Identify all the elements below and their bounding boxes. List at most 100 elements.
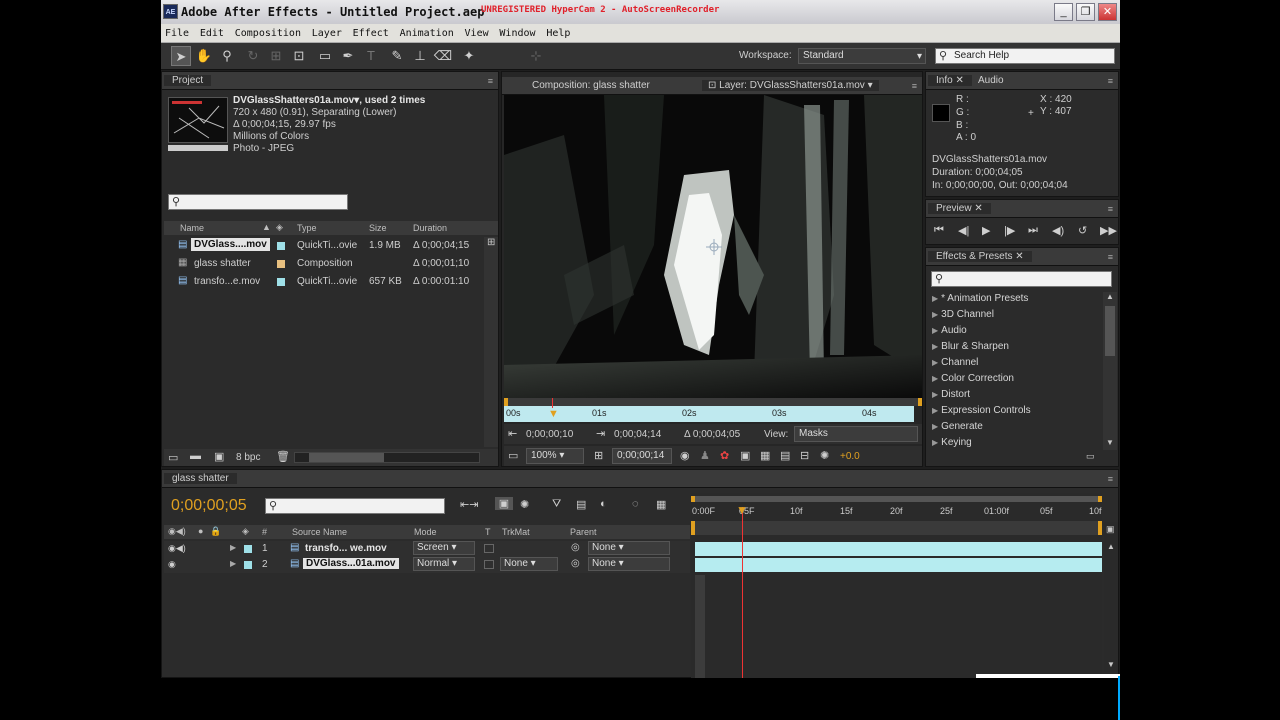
bit-depth-button[interactable]: 8 bpc [236,452,260,463]
menu-help[interactable]: Help [542,24,574,39]
menu-animation[interactable]: Animation [396,24,458,39]
time-navigator[interactable] [691,496,1102,502]
audio-icon[interactable]: ◀) [1052,224,1064,237]
title-safe-icon[interactable]: ⊞ [594,449,603,462]
track-matte-dropdown[interactable]: None ▾ [500,557,558,571]
channel-icon[interactable]: ✿ [720,449,729,462]
layer-name[interactable]: transfo... we.mov [305,543,387,554]
panel-menu-icon[interactable]: ≡ [1108,76,1113,86]
live-update-icon[interactable]: ▣ [495,497,513,510]
pickwhip-icon[interactable]: ◎ [571,558,580,569]
first-frame-icon[interactable]: ⏮ [934,224,944,237]
exposure-reset-icon[interactable]: ✺ [820,449,829,462]
workspace-dropdown[interactable]: Standard ▾ [798,48,926,64]
work-area-end-handle[interactable] [1098,521,1102,535]
3d-view-icon[interactable]: ⊟ [800,449,809,462]
horizontal-scrollbar[interactable] [294,452,480,463]
draft-3d-icon[interactable]: ✺ [520,498,529,511]
col-parent[interactable]: Parent [570,527,597,537]
col-source-name[interactable]: Source Name [292,527,347,537]
effect-category[interactable]: ▶ Distort [932,389,970,400]
tab-composition[interactable]: Composition: glass shatter [532,80,650,91]
graph-editor-icon[interactable]: ◌ [632,498,639,510]
layer-time-ruler[interactable]: 00s 01s 02s 03s 04s ▼ [504,398,914,422]
timeline-layer-row[interactable]: ◉ ▶ 2 ▤ DVGlass...01a.mov Normal ▾ None … [164,557,690,573]
comp-mini-flowchart-icon[interactable]: ⇤⇥ [460,498,478,511]
blend-mode-dropdown[interactable]: Screen ▾ [413,541,475,555]
expand-triangle-icon[interactable]: ▶ [230,543,236,552]
timeline-graph-area[interactable]: 0:00F 05F 10f 15f 20f 25f 01:00f 05f 10f… [691,493,1102,678]
search-help-field[interactable]: ⚲ Search Help [935,48,1115,64]
region-of-interest-icon[interactable]: ▣ [740,449,750,462]
col-size[interactable]: Size [369,223,387,233]
preserve-transparency-checkbox[interactable] [484,560,494,569]
timeline-layer-row[interactable]: ◉◀) ▶ 1 ▤ transfo... we.mov Screen ▾ ◎ N… [164,541,690,557]
effect-category[interactable]: ▶ Keying [932,437,972,448]
scroll-thumb[interactable] [1105,306,1115,356]
scroll-up-icon[interactable]: ▲ [1107,542,1115,551]
selection-tool-icon[interactable]: ➤ [171,46,191,66]
frame-blending-icon[interactable]: ▤ [576,498,586,511]
motion-blur-icon[interactable]: ◐ [600,498,607,510]
project-item-row[interactable]: ▤ DVGlass....mov QuickTi...ovie 1.9 MB Δ… [164,237,484,255]
col-duration[interactable]: Duration [413,223,447,233]
tab-info[interactable]: Info ✕ [928,75,972,86]
panel-menu-icon[interactable]: ≡ [488,76,493,86]
preserve-transparency-checkbox[interactable] [484,544,494,553]
expand-triangle-icon[interactable]: ▶ [230,559,236,568]
rotation-tool-icon[interactable]: ↻ [243,46,263,66]
rectangle-tool-icon[interactable]: ▭ [315,46,335,66]
scroll-up-icon[interactable]: ▲ [1106,292,1114,301]
timeline-current-time[interactable]: 0;00;00;05 [171,497,247,515]
interpret-footage-icon[interactable]: ▭ [168,451,178,464]
eraser-tool-icon[interactable]: ⌫ [433,46,453,66]
col-type[interactable]: Type [297,223,317,233]
project-search-input[interactable]: ⚲ [168,194,348,210]
menu-effect[interactable]: Effect [349,24,393,39]
next-frame-icon[interactable]: |▶ [1004,224,1015,237]
label-swatch[interactable] [244,561,252,569]
pan-behind-tool-icon[interactable]: ⊡ [289,46,309,66]
navigator-start-handle[interactable] [691,496,695,502]
maximize-button[interactable]: ❐ [1076,3,1095,21]
snapshot-icon[interactable]: ◉ [680,449,690,462]
menu-layer[interactable]: Layer [308,24,346,39]
play-icon[interactable]: ▶ [982,224,990,237]
parent-dropdown[interactable]: None ▾ [588,557,670,571]
close-button[interactable]: ✕ [1098,3,1117,21]
puppet-tool-icon[interactable]: ✦ [459,46,479,66]
effect-category[interactable]: ▶ Generate [932,421,983,432]
effect-category[interactable]: ▶ 3D Channel [932,309,994,320]
tab-project[interactable]: Project [164,75,212,86]
effect-category[interactable]: ▶ Channel [932,357,978,368]
panel-menu-icon[interactable]: ≡ [1108,252,1113,262]
comp-flowchart-icon[interactable]: ▤ [780,449,790,462]
col-mode[interactable]: Mode [414,527,437,537]
trash-icon[interactable]: 🗑 [276,450,290,463]
in-point-marker[interactable] [504,398,508,406]
scroll-down-icon[interactable]: ▼ [1106,438,1114,447]
menu-view[interactable]: View [461,24,493,39]
always-preview-icon[interactable]: ▭ [508,449,518,462]
show-snapshot-icon[interactable]: ♟ [700,449,710,462]
effects-search-input[interactable]: ⚲ [931,271,1112,287]
parent-dropdown[interactable]: None ▾ [588,541,670,555]
type-tool-icon[interactable]: T [361,46,381,66]
pen-tool-icon[interactable]: ✒ [338,46,358,66]
timeline-scrollbar[interactable]: ▣ ▲ ▼ [1104,522,1118,672]
project-item-row[interactable]: ▦ glass shatter Composition Δ 0;00;01;10 [164,255,484,273]
axis-mode-icon[interactable]: ⊹ [526,46,546,66]
layer-duration-bar[interactable] [695,558,1102,572]
label-swatch[interactable] [244,545,252,553]
tab-layer[interactable]: ⊡ Layer: DVGlassShatters01a.mov ▾ [702,80,879,91]
project-item-row[interactable]: ▤ transfo...e.mov QuickTi...ovie 657 KB … [164,273,484,291]
layer-duration-bar[interactable] [695,542,1102,556]
effect-category[interactable]: ▶ Color Correction [932,373,1014,384]
work-area-start-handle[interactable] [691,521,695,535]
effects-scrollbar[interactable]: ▲ ▼ [1103,292,1117,450]
menu-window[interactable]: Window [495,24,539,39]
previous-frame-icon[interactable]: ◀| [958,224,969,237]
zoom-tool-icon[interactable]: ⚲ [217,46,237,66]
visibility-eye-icon[interactable]: ◉◀) [168,543,186,554]
timeline-ruler[interactable]: 0:00F 05F 10f 15f 20f 25f 01:00f 05f 10f [691,504,1102,520]
